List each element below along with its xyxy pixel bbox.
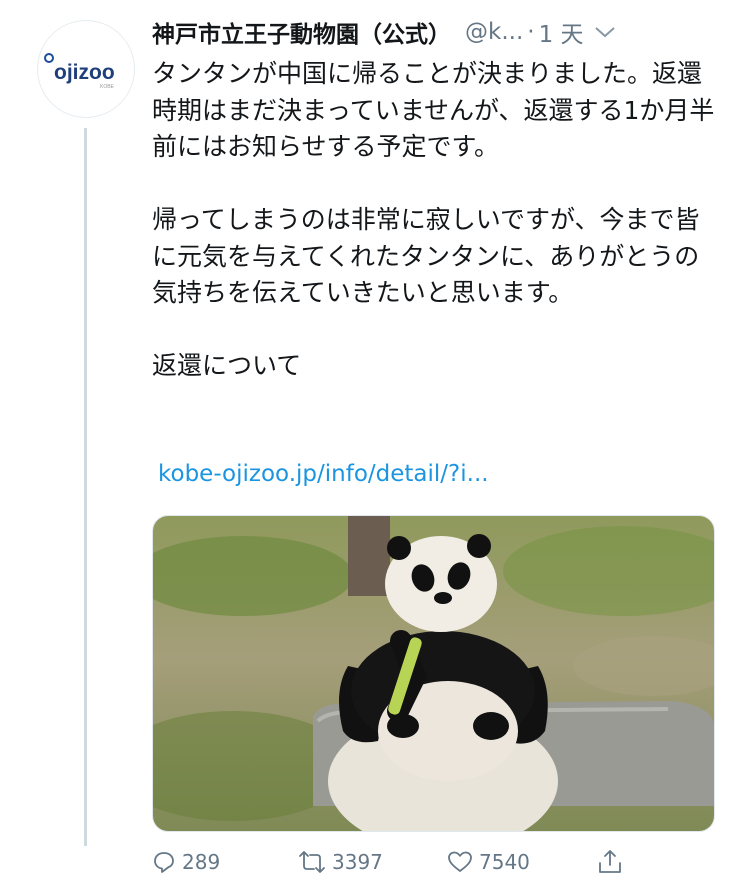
tweet-link[interactable]: kobe-ojizoo.jp/info/detail/?i... [158,461,489,487]
timestamp[interactable]: 1 天 [539,15,584,49]
avatar-logo-text: ojizoo [54,61,115,84]
thread-line [84,128,87,846]
tweet-header: 神戸市立王子動物園（公式） @k... · 1 天 [152,14,742,50]
tweet-paragraph-3: 返還について [152,351,302,380]
like-count: 7540 [479,850,530,874]
chevron-down-icon[interactable] [594,25,616,39]
avatar-logo-subtext: KOBE [100,84,115,90]
tweet-paragraph-2: 帰ってしまうのは非常に寂しいですが、今まで皆に元気を与えてくれたタンタンに、あり… [152,205,700,307]
tweet-paragraph-1: タンタンが中国に帰ることが決まりました。返還時期はまだ決まっていませんが、返還す… [152,59,715,161]
reply-icon [154,852,174,873]
share-button[interactable] [597,845,629,879]
heart-icon [448,851,472,872]
display-name[interactable]: 神戸市立王子動物園（公式） [152,15,451,49]
ojizoo-logo: ojizoo KOBE [44,53,115,90]
share-icon [599,850,621,873]
reply-count: 289 [182,850,221,874]
tweet-text: タンタンが中国に帰ることが決まりました。返還時期はまだ決まっていませんが、返還す… [152,56,722,385]
retweet-button[interactable]: 3397 [298,845,383,879]
retweet-icon [299,851,325,873]
like-button[interactable]: 7540 [447,845,530,879]
reply-button[interactable]: 289 [152,845,220,879]
panda-photo[interactable] [152,515,715,832]
avatar[interactable]: ojizoo KOBE [37,20,135,118]
retweet-count: 3397 [332,850,383,874]
tweet-actions: 289 3397 7540 [152,845,672,881]
separator: · [527,19,535,45]
handle[interactable]: @k... [465,19,523,45]
